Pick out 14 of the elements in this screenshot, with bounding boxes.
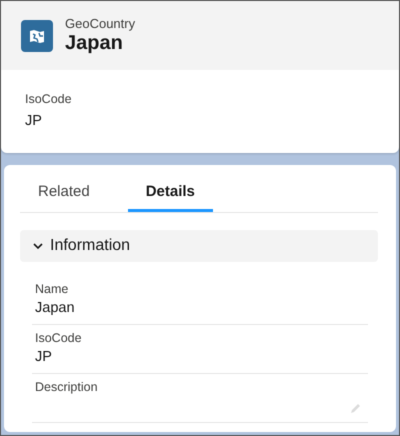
record-title: Japan bbox=[65, 32, 124, 55]
field-label: Name bbox=[35, 282, 70, 296]
field-label: IsoCode bbox=[25, 92, 73, 106]
pencil-icon[interactable] bbox=[350, 402, 362, 414]
field-value: JP bbox=[25, 113, 43, 129]
field-value: Japan bbox=[35, 300, 76, 316]
tab[interactable]: Related bbox=[20, 165, 108, 212]
field-value: JP bbox=[35, 349, 53, 365]
tab[interactable]: Details bbox=[128, 165, 213, 212]
field-label: Description bbox=[35, 380, 99, 394]
map-icon bbox=[21, 20, 53, 52]
field-label: IsoCode bbox=[35, 331, 83, 345]
object-type: GeoCountry bbox=[65, 16, 136, 31]
section-header[interactable]: Information bbox=[20, 230, 378, 262]
